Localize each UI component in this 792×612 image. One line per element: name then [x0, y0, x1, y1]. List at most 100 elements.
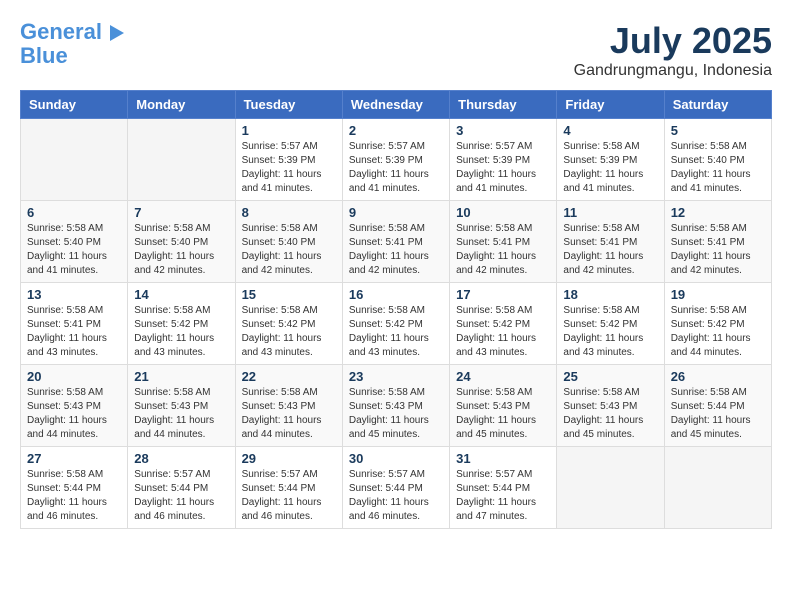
- day-number: 31: [456, 451, 550, 466]
- cell-info: Sunrise: 5:58 AM Sunset: 5:42 PM Dayligh…: [242, 304, 336, 360]
- header-saturday: Saturday: [664, 91, 771, 119]
- header-thursday: Thursday: [450, 91, 557, 119]
- day-number: 13: [27, 287, 121, 302]
- day-number: 17: [456, 287, 550, 302]
- location-title: Gandrungmangu, Indonesia: [574, 62, 772, 80]
- day-number: 30: [349, 451, 443, 466]
- week-row-3: 13 Sunrise: 5:58 AM Sunset: 5:41 PM Dayli…: [21, 283, 772, 365]
- calendar-cell: 3 Sunrise: 5:57 AM Sunset: 5:39 PM Daylig…: [450, 119, 557, 201]
- day-number: 24: [456, 369, 550, 384]
- calendar-cell: 10 Sunrise: 5:58 AM Sunset: 5:41 PM Dayli…: [450, 201, 557, 283]
- calendar-cell: 13 Sunrise: 5:58 AM Sunset: 5:41 PM Dayli…: [21, 283, 128, 365]
- cell-info: Sunrise: 5:57 AM Sunset: 5:44 PM Dayligh…: [134, 468, 228, 524]
- header-monday: Monday: [128, 91, 235, 119]
- calendar-cell: 11Sunrise: 5:58 AM Sunset: 5:41 PM Dayli…: [557, 201, 664, 283]
- header-friday: Friday: [557, 91, 664, 119]
- logo-line2: Blue: [20, 43, 68, 68]
- calendar-cell: 26 Sunrise: 5:58 AM Sunset: 5:44 PM Dayli…: [664, 365, 771, 447]
- day-number: 20: [27, 369, 121, 384]
- calendar-cell: 20 Sunrise: 5:58 AM Sunset: 5:43 PM Dayli…: [21, 365, 128, 447]
- month-title: July 2025: [574, 20, 772, 62]
- day-number: 9: [349, 205, 443, 220]
- day-number: 15: [242, 287, 336, 302]
- calendar-cell: 25 Sunrise: 5:58 AM Sunset: 5:43 PM Dayli…: [557, 365, 664, 447]
- calendar-cell: 12Sunrise: 5:58 AM Sunset: 5:41 PM Dayli…: [664, 201, 771, 283]
- day-number: 14: [134, 287, 228, 302]
- cell-info: Sunrise: 5:57 AM Sunset: 5:44 PM Dayligh…: [349, 468, 443, 524]
- header-sunday: Sunday: [21, 91, 128, 119]
- calendar-cell: 18 Sunrise: 5:58 AM Sunset: 5:42 PM Dayli…: [557, 283, 664, 365]
- calendar-cell: 2 Sunrise: 5:57 AM Sunset: 5:39 PM Daylig…: [342, 119, 449, 201]
- cell-info: Sunrise: 5:58 AM Sunset: 5:42 PM Dayligh…: [349, 304, 443, 360]
- calendar-cell: 6Sunrise: 5:58 AM Sunset: 5:40 PM Daylig…: [21, 201, 128, 283]
- calendar-cell: [21, 119, 128, 201]
- header: General Blue July 2025 Gandrungmangu, In…: [20, 20, 772, 80]
- cell-info: Sunrise: 5:58 AM Sunset: 5:44 PM Dayligh…: [671, 386, 765, 442]
- logo-line1: General: [20, 19, 102, 44]
- day-number: 21: [134, 369, 228, 384]
- cell-info: Sunrise: 5:58 AM Sunset: 5:43 PM Dayligh…: [27, 386, 121, 442]
- calendar-cell: 1Sunrise: 5:57 AM Sunset: 5:39 PM Daylig…: [235, 119, 342, 201]
- cell-info: Sunrise: 5:58 AM Sunset: 5:41 PM Dayligh…: [563, 222, 657, 278]
- day-number: 25: [563, 369, 657, 384]
- calendar-cell: [664, 447, 771, 529]
- week-row-4: 20 Sunrise: 5:58 AM Sunset: 5:43 PM Dayli…: [21, 365, 772, 447]
- calendar-cell: 15 Sunrise: 5:58 AM Sunset: 5:42 PM Dayli…: [235, 283, 342, 365]
- day-number: 19: [671, 287, 765, 302]
- cell-info: Sunrise: 5:58 AM Sunset: 5:43 PM Dayligh…: [242, 386, 336, 442]
- cell-info: Sunrise: 5:57 AM Sunset: 5:39 PM Dayligh…: [349, 140, 443, 196]
- calendar-cell: 23Sunrise: 5:58 AM Sunset: 5:43 PM Dayli…: [342, 365, 449, 447]
- calendar-cell: 22Sunrise: 5:58 AM Sunset: 5:43 PM Dayli…: [235, 365, 342, 447]
- day-number: 27: [27, 451, 121, 466]
- day-number: 7: [134, 205, 228, 220]
- logo: General Blue: [20, 20, 124, 68]
- cell-info: Sunrise: 5:58 AM Sunset: 5:42 PM Dayligh…: [671, 304, 765, 360]
- day-number: 6: [27, 205, 121, 220]
- cell-info: Sunrise: 5:57 AM Sunset: 5:44 PM Dayligh…: [242, 468, 336, 524]
- cell-info: Sunrise: 5:58 AM Sunset: 5:41 PM Dayligh…: [349, 222, 443, 278]
- calendar-header-row: SundayMondayTuesdayWednesdayThursdayFrid…: [21, 91, 772, 119]
- day-number: 2: [349, 123, 443, 138]
- day-number: 3: [456, 123, 550, 138]
- calendar-cell: 21 Sunrise: 5:58 AM Sunset: 5:43 PM Dayli…: [128, 365, 235, 447]
- day-number: 18: [563, 287, 657, 302]
- cell-info: Sunrise: 5:58 AM Sunset: 5:40 PM Dayligh…: [242, 222, 336, 278]
- calendar-cell: 5 Sunrise: 5:58 AM Sunset: 5:40 PM Daylig…: [664, 119, 771, 201]
- header-tuesday: Tuesday: [235, 91, 342, 119]
- calendar-cell: 30 Sunrise: 5:57 AM Sunset: 5:44 PM Dayli…: [342, 447, 449, 529]
- calendar-cell: [557, 447, 664, 529]
- week-row-2: 6 Sunrise: 5:58 AM Sunset: 5:40 PM Daylig…: [21, 201, 772, 283]
- day-number: 1: [242, 123, 336, 138]
- calendar-cell: 24 Sunrise: 5:58 AM Sunset: 5:43 PM Dayli…: [450, 365, 557, 447]
- calendar-cell: 14 Sunrise: 5:58 AM Sunset: 5:42 PM Dayli…: [128, 283, 235, 365]
- title-area: July 2025 Gandrungmangu, Indonesia: [574, 20, 772, 80]
- cell-info: Sunrise: 5:57 AM Sunset: 5:44 PM Dayligh…: [456, 468, 550, 524]
- calendar-cell: 17Sunrise: 5:58 AM Sunset: 5:42 PM Dayli…: [450, 283, 557, 365]
- calendar-cell: 16Sunrise: 5:58 AM Sunset: 5:42 PM Dayli…: [342, 283, 449, 365]
- calendar: SundayMondayTuesdayWednesdayThursdayFrid…: [20, 90, 772, 529]
- day-number: 26: [671, 369, 765, 384]
- cell-info: Sunrise: 5:58 AM Sunset: 5:42 PM Dayligh…: [563, 304, 657, 360]
- day-number: 29: [242, 451, 336, 466]
- cell-info: Sunrise: 5:58 AM Sunset: 5:40 PM Dayligh…: [671, 140, 765, 196]
- cell-info: Sunrise: 5:58 AM Sunset: 5:42 PM Dayligh…: [134, 304, 228, 360]
- day-number: 5: [671, 123, 765, 138]
- cell-info: Sunrise: 5:58 AM Sunset: 5:40 PM Dayligh…: [134, 222, 228, 278]
- cell-info: Sunrise: 5:58 AM Sunset: 5:41 PM Dayligh…: [456, 222, 550, 278]
- day-number: 10: [456, 205, 550, 220]
- day-number: 8: [242, 205, 336, 220]
- cell-info: Sunrise: 5:58 AM Sunset: 5:41 PM Dayligh…: [27, 304, 121, 360]
- cell-info: Sunrise: 5:58 AM Sunset: 5:39 PM Dayligh…: [563, 140, 657, 196]
- calendar-cell: 4 Sunrise: 5:58 AM Sunset: 5:39 PM Daylig…: [557, 119, 664, 201]
- cell-info: Sunrise: 5:58 AM Sunset: 5:43 PM Dayligh…: [456, 386, 550, 442]
- cell-info: Sunrise: 5:57 AM Sunset: 5:39 PM Dayligh…: [456, 140, 550, 196]
- cell-info: Sunrise: 5:58 AM Sunset: 5:43 PM Dayligh…: [563, 386, 657, 442]
- day-number: 4: [563, 123, 657, 138]
- header-wednesday: Wednesday: [342, 91, 449, 119]
- cell-info: Sunrise: 5:58 AM Sunset: 5:41 PM Dayligh…: [671, 222, 765, 278]
- calendar-cell: 28Sunrise: 5:57 AM Sunset: 5:44 PM Dayli…: [128, 447, 235, 529]
- cell-info: Sunrise: 5:58 AM Sunset: 5:43 PM Dayligh…: [134, 386, 228, 442]
- week-row-1: 1 Sunrise: 5:57 AM Sunset: 5:39 PM Daylig…: [21, 119, 772, 201]
- calendar-cell: 8 Sunrise: 5:58 AM Sunset: 5:40 PM Daylig…: [235, 201, 342, 283]
- calendar-cell: 7 Sunrise: 5:58 AM Sunset: 5:40 PM Daylig…: [128, 201, 235, 283]
